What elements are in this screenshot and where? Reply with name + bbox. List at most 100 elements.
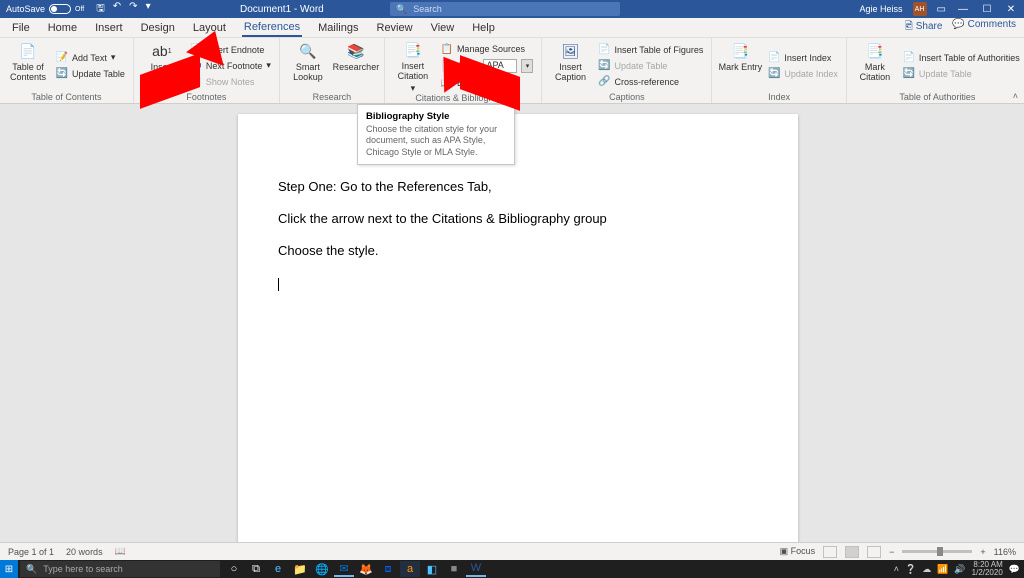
mark-entry-button[interactable]: 📑Mark Entry	[718, 40, 762, 91]
search-placeholder: Search	[413, 4, 442, 14]
zoom-in-button[interactable]: +	[980, 547, 985, 557]
qat-more-icon[interactable]: ▾	[146, 1, 151, 18]
read-mode-button[interactable]	[823, 546, 837, 558]
volume-icon[interactable]: 🔊	[954, 564, 965, 575]
update-authorities-button[interactable]: 🔄Update Table	[901, 67, 1022, 81]
document-body[interactable]: Step One: Go to the References Tab, Clic…	[278, 178, 758, 307]
tab-view[interactable]: View	[429, 20, 457, 36]
web-layout-button[interactable]	[867, 546, 881, 558]
dropbox-icon[interactable]: ⧈	[378, 561, 398, 577]
firefox-icon[interactable]: 🦊	[356, 561, 376, 577]
onedrive-icon[interactable]: ☁	[922, 564, 931, 575]
word-icon[interactable]: W	[466, 561, 486, 577]
toc-button[interactable]: 📄 Table of Contents	[6, 40, 50, 91]
explorer-icon[interactable]: 📁	[290, 561, 310, 577]
table-figures-icon: 📄	[598, 44, 610, 56]
minimize-button[interactable]: —	[956, 4, 970, 15]
comments-button[interactable]: 💬 Comments	[952, 19, 1016, 36]
zoom-level[interactable]: 116%	[994, 547, 1016, 557]
word-count[interactable]: 20 words	[66, 547, 103, 557]
focus-mode-button[interactable]: ▣ Focus	[780, 546, 816, 557]
user-name[interactable]: Agie Heiss	[860, 4, 903, 14]
quick-access-toolbar: 🖫 ↶ ↷ ▾	[96, 1, 150, 18]
update-icon: 🔄	[768, 68, 780, 80]
search-icon: 🔍	[396, 4, 407, 15]
mark-citation-icon: 📑	[866, 42, 884, 60]
task-view-icon[interactable]: ⧉	[246, 561, 266, 577]
tab-insert[interactable]: Insert	[93, 20, 125, 36]
autosave-toggle[interactable]: AutoSave Off	[6, 4, 84, 14]
researcher-button[interactable]: 📚Researcher	[334, 40, 378, 91]
windows-taskbar: ⊞ 🔍 Type here to search ○ ⧉ e 📁 🌐 ✉ 🦊 ⧈ …	[0, 560, 1024, 578]
tray-chevron-icon[interactable]: ˄	[894, 564, 899, 574]
document-title: Document1 - Word	[240, 4, 324, 15]
windows-search-box[interactable]: 🔍 Type here to search	[20, 561, 220, 577]
next-footnote-button[interactable]: abNext Footnote ▾	[188, 59, 273, 73]
redo-icon[interactable]: ↷	[129, 1, 137, 18]
tab-home[interactable]: Home	[46, 20, 79, 36]
show-notes-button[interactable]: 📄Show Notes	[188, 75, 273, 89]
toggle-switch-icon	[49, 4, 71, 14]
group-label: Index	[718, 91, 840, 102]
mark-citation-button[interactable]: 📑Mark Citation	[853, 40, 897, 91]
text-cursor	[278, 278, 279, 291]
group-index: 📑Mark Entry 📄Insert Index 🔄Update Index …	[712, 38, 847, 103]
style-dropdown-button[interactable]: ▾	[521, 59, 533, 73]
chrome-icon[interactable]: 🌐	[312, 561, 332, 577]
help-icon[interactable]: ❔	[905, 564, 916, 575]
user-avatar[interactable]: AH	[913, 2, 927, 16]
tab-references[interactable]: References	[242, 19, 302, 37]
update-captions-button[interactable]: 🔄Update Table	[596, 59, 705, 73]
edge-icon[interactable]: e	[268, 561, 288, 577]
document-page[interactable]: Step One: Go to the References Tab, Clic…	[238, 114, 798, 542]
tab-mailings[interactable]: Mailings	[316, 20, 360, 36]
app-icon-2[interactable]: ■	[444, 561, 464, 577]
close-button[interactable]: ✕	[1004, 4, 1018, 15]
maximize-button[interactable]: ☐	[980, 4, 994, 15]
insert-authorities-button[interactable]: 📄Insert Table of Authorities	[901, 51, 1022, 65]
share-button[interactable]: 🖻 Share	[905, 19, 943, 36]
amazon-icon[interactable]: a	[400, 561, 420, 577]
page-indicator[interactable]: Page 1 of 1	[8, 547, 54, 557]
toc-icon: 📄	[19, 42, 37, 60]
update-index-button[interactable]: 🔄Update Index	[766, 67, 840, 81]
insert-table-figures-button[interactable]: 📄Insert Table of Figures	[596, 43, 705, 57]
zoom-slider[interactable]	[902, 550, 972, 553]
wifi-icon[interactable]: 📶	[937, 564, 948, 575]
smart-lookup-icon: 🔍	[299, 42, 317, 60]
smart-lookup-button[interactable]: 🔍Smart Lookup	[286, 40, 330, 91]
ribbon-collapse-button[interactable]: ˄	[1013, 91, 1018, 101]
insert-index-button[interactable]: 📄Insert Index	[766, 51, 840, 65]
update-icon: 🔄	[598, 60, 610, 72]
search-box[interactable]: 🔍 Search	[390, 2, 620, 16]
tab-help[interactable]: Help	[470, 20, 497, 36]
tab-file[interactable]: File	[10, 20, 32, 36]
print-layout-button[interactable]	[845, 546, 859, 558]
group-label: Table of Contents	[6, 91, 127, 102]
app-icon[interactable]: ◧	[422, 561, 442, 577]
clock[interactable]: 8:20 AM 1/2/2020	[972, 561, 1003, 577]
outlook-icon[interactable]: ✉	[334, 561, 354, 577]
document-canvas[interactable]: Step One: Go to the References Tab, Clic…	[0, 104, 1024, 542]
undo-icon[interactable]: ↶	[113, 1, 121, 18]
action-center-icon[interactable]: 💬	[1009, 564, 1020, 575]
zoom-out-button[interactable]: −	[889, 547, 894, 557]
cortana-icon[interactable]: ○	[224, 561, 244, 577]
update-icon: 🔄	[903, 68, 915, 80]
add-text-button[interactable]: 📝Add Text ▾	[54, 51, 127, 65]
tab-review[interactable]: Review	[375, 20, 415, 36]
tab-design[interactable]: Design	[139, 20, 177, 36]
group-authorities: 📑Mark Citation 📄Insert Table of Authorit…	[847, 38, 1024, 103]
spellcheck-icon[interactable]: 📖	[115, 546, 126, 557]
ribbon-tabs: File Home Insert Design Layout Reference…	[0, 18, 1024, 38]
update-table-button[interactable]: 🔄Update Table	[54, 67, 127, 81]
notification-icon[interactable]: ▭	[937, 4, 946, 15]
insert-caption-button[interactable]: 🖼Insert Caption	[548, 40, 592, 91]
chevron-down-icon: ▾	[526, 62, 530, 70]
cross-reference-button[interactable]: 🔗Cross-reference	[596, 75, 705, 89]
doc-line-1: Step One: Go to the References Tab,	[278, 178, 758, 196]
start-button[interactable]: ⊞	[0, 560, 18, 578]
mark-entry-icon: 📑	[731, 42, 749, 60]
caption-icon: 🖼	[561, 42, 579, 60]
save-icon[interactable]: 🖫	[96, 1, 105, 18]
